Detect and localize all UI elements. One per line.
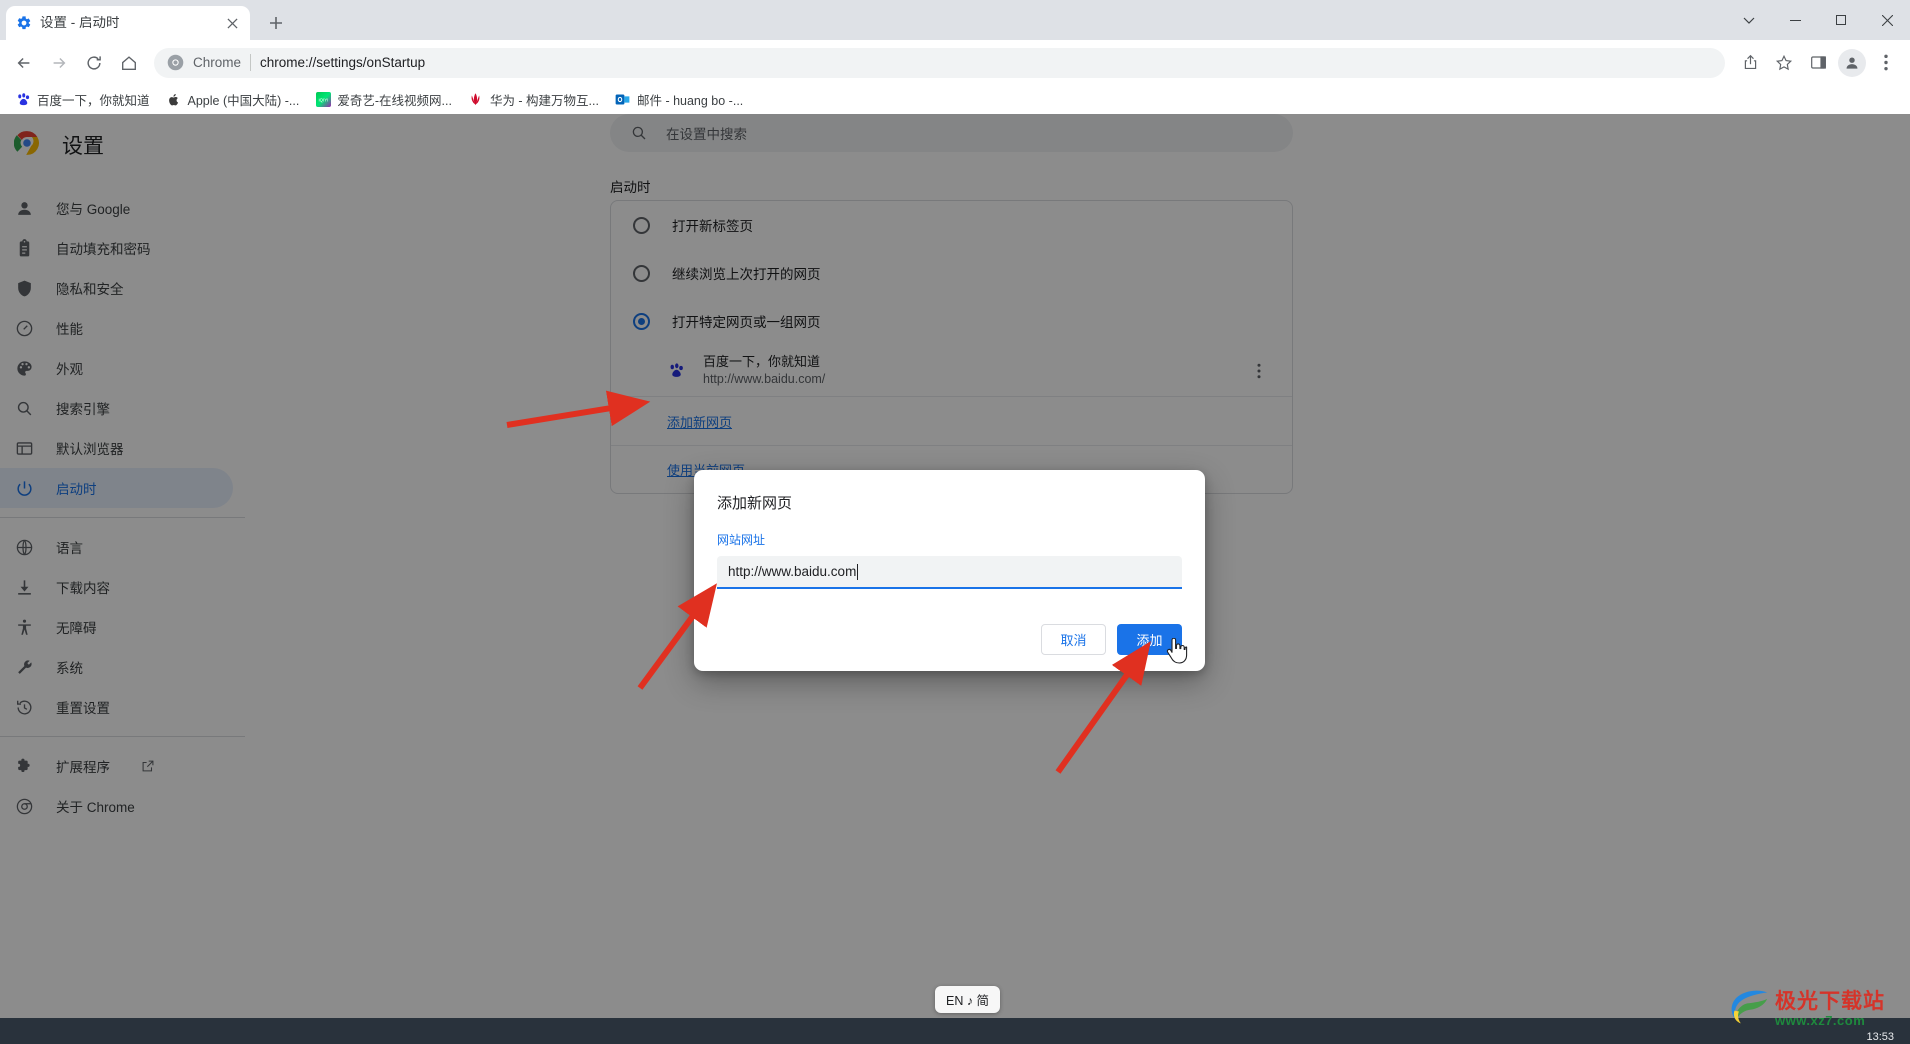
text-caret: [857, 563, 859, 580]
add-new-page-dialog: 添加新网页 网站网址 http://www.baidu.com 取消 添加: [694, 470, 1205, 671]
bookmark-item[interactable]: iQIYI 爱奇艺-在线视频网...: [308, 87, 459, 112]
side-panel-icon[interactable]: [1802, 47, 1834, 79]
bookmark-item[interactable]: 邮件 - huang bo -...: [608, 87, 750, 112]
baidu-icon: [15, 92, 31, 108]
cancel-button[interactable]: 取消: [1041, 624, 1106, 655]
bookmark-label: 华为 - 构建万物互...: [489, 94, 599, 108]
profile-button[interactable]: [1836, 47, 1868, 79]
reload-icon[interactable]: [78, 47, 110, 79]
close-icon[interactable]: [223, 14, 241, 32]
ime-indicator[interactable]: EN ♪ 简: [935, 986, 1001, 1013]
back-icon[interactable]: [8, 47, 40, 79]
chevron-down-icon[interactable]: [1726, 0, 1772, 40]
window-controls: [1726, 0, 1910, 40]
toolbar-actions: [1734, 47, 1902, 79]
omnibox-separator: [250, 54, 252, 71]
gear-icon: [15, 15, 32, 32]
new-tab-button[interactable]: [261, 8, 291, 38]
watermark: 极光下载站 www.xz7.com: [1727, 986, 1905, 1032]
dialog-actions: 取消 添加: [1041, 624, 1182, 655]
omnibox-url: chrome://settings/onStartup: [260, 55, 426, 70]
bookmarks-bar: 百度一下，你就知道 Apple (中国大陆) -... iQIYI 爱奇艺-在线…: [0, 85, 1910, 114]
menu-icon[interactable]: [1870, 47, 1902, 79]
watermark-logo-icon: [1727, 987, 1771, 1032]
browser-toolbar: Chrome chrome://settings/onStartup: [0, 40, 1910, 85]
iqiyi-icon: iQIYI: [315, 92, 331, 108]
watermark-url: www.xz7.com: [1775, 1013, 1866, 1028]
url-input-value: http://www.baidu.com: [728, 564, 857, 579]
browser-window: 设置 - 启动时 Chrome chrome://settings/onStar…: [0, 0, 1910, 1044]
outlook-icon: [615, 92, 631, 108]
avatar[interactable]: [1838, 48, 1866, 77]
clock: 13:53: [1866, 1031, 1894, 1043]
share-icon[interactable]: [1734, 47, 1766, 79]
bookmark-item[interactable]: Apple (中国大陆) -...: [159, 87, 307, 112]
maximize-button[interactable]: [1818, 0, 1864, 40]
tab-settings[interactable]: 设置 - 启动时: [6, 6, 250, 40]
add-button[interactable]: 添加: [1117, 624, 1182, 655]
taskbar: [0, 1018, 1910, 1044]
star-icon[interactable]: [1768, 47, 1800, 79]
forward-icon[interactable]: [43, 47, 75, 79]
bookmark-label: 爱奇艺-在线视频网...: [337, 94, 452, 108]
watermark-texts: 极光下载站 www.xz7.com: [1775, 991, 1885, 1027]
url-field-label: 网站网址: [717, 533, 766, 547]
bookmark-item[interactable]: 百度一下，你就知道: [8, 87, 157, 112]
bookmark-label: 邮件 - huang bo -...: [636, 94, 744, 108]
apple-icon: [166, 92, 182, 108]
svg-text:iQIYI: iQIYI: [318, 97, 328, 102]
tab-strip: 设置 - 启动时: [0, 0, 1910, 40]
dialog-title: 添加新网页: [717, 495, 793, 512]
close-window-button[interactable]: [1864, 0, 1910, 40]
home-icon[interactable]: [113, 47, 145, 79]
bookmark-label: 百度一下，你就知道: [37, 94, 150, 108]
address-bar[interactable]: Chrome chrome://settings/onStartup: [154, 47, 1725, 78]
watermark-title: 极光下载站: [1775, 990, 1885, 1013]
bookmark-label: Apple (中国大陆) -...: [187, 94, 300, 108]
url-input[interactable]: http://www.baidu.com: [717, 556, 1182, 589]
huawei-icon: [468, 92, 484, 108]
tab-title: 设置 - 启动时: [40, 16, 120, 30]
chrome-icon: [167, 54, 184, 71]
bookmark-item[interactable]: 华为 - 构建万物互...: [461, 87, 606, 112]
omnibox-site-label: Chrome: [193, 55, 242, 70]
minimize-button[interactable]: [1772, 0, 1818, 40]
